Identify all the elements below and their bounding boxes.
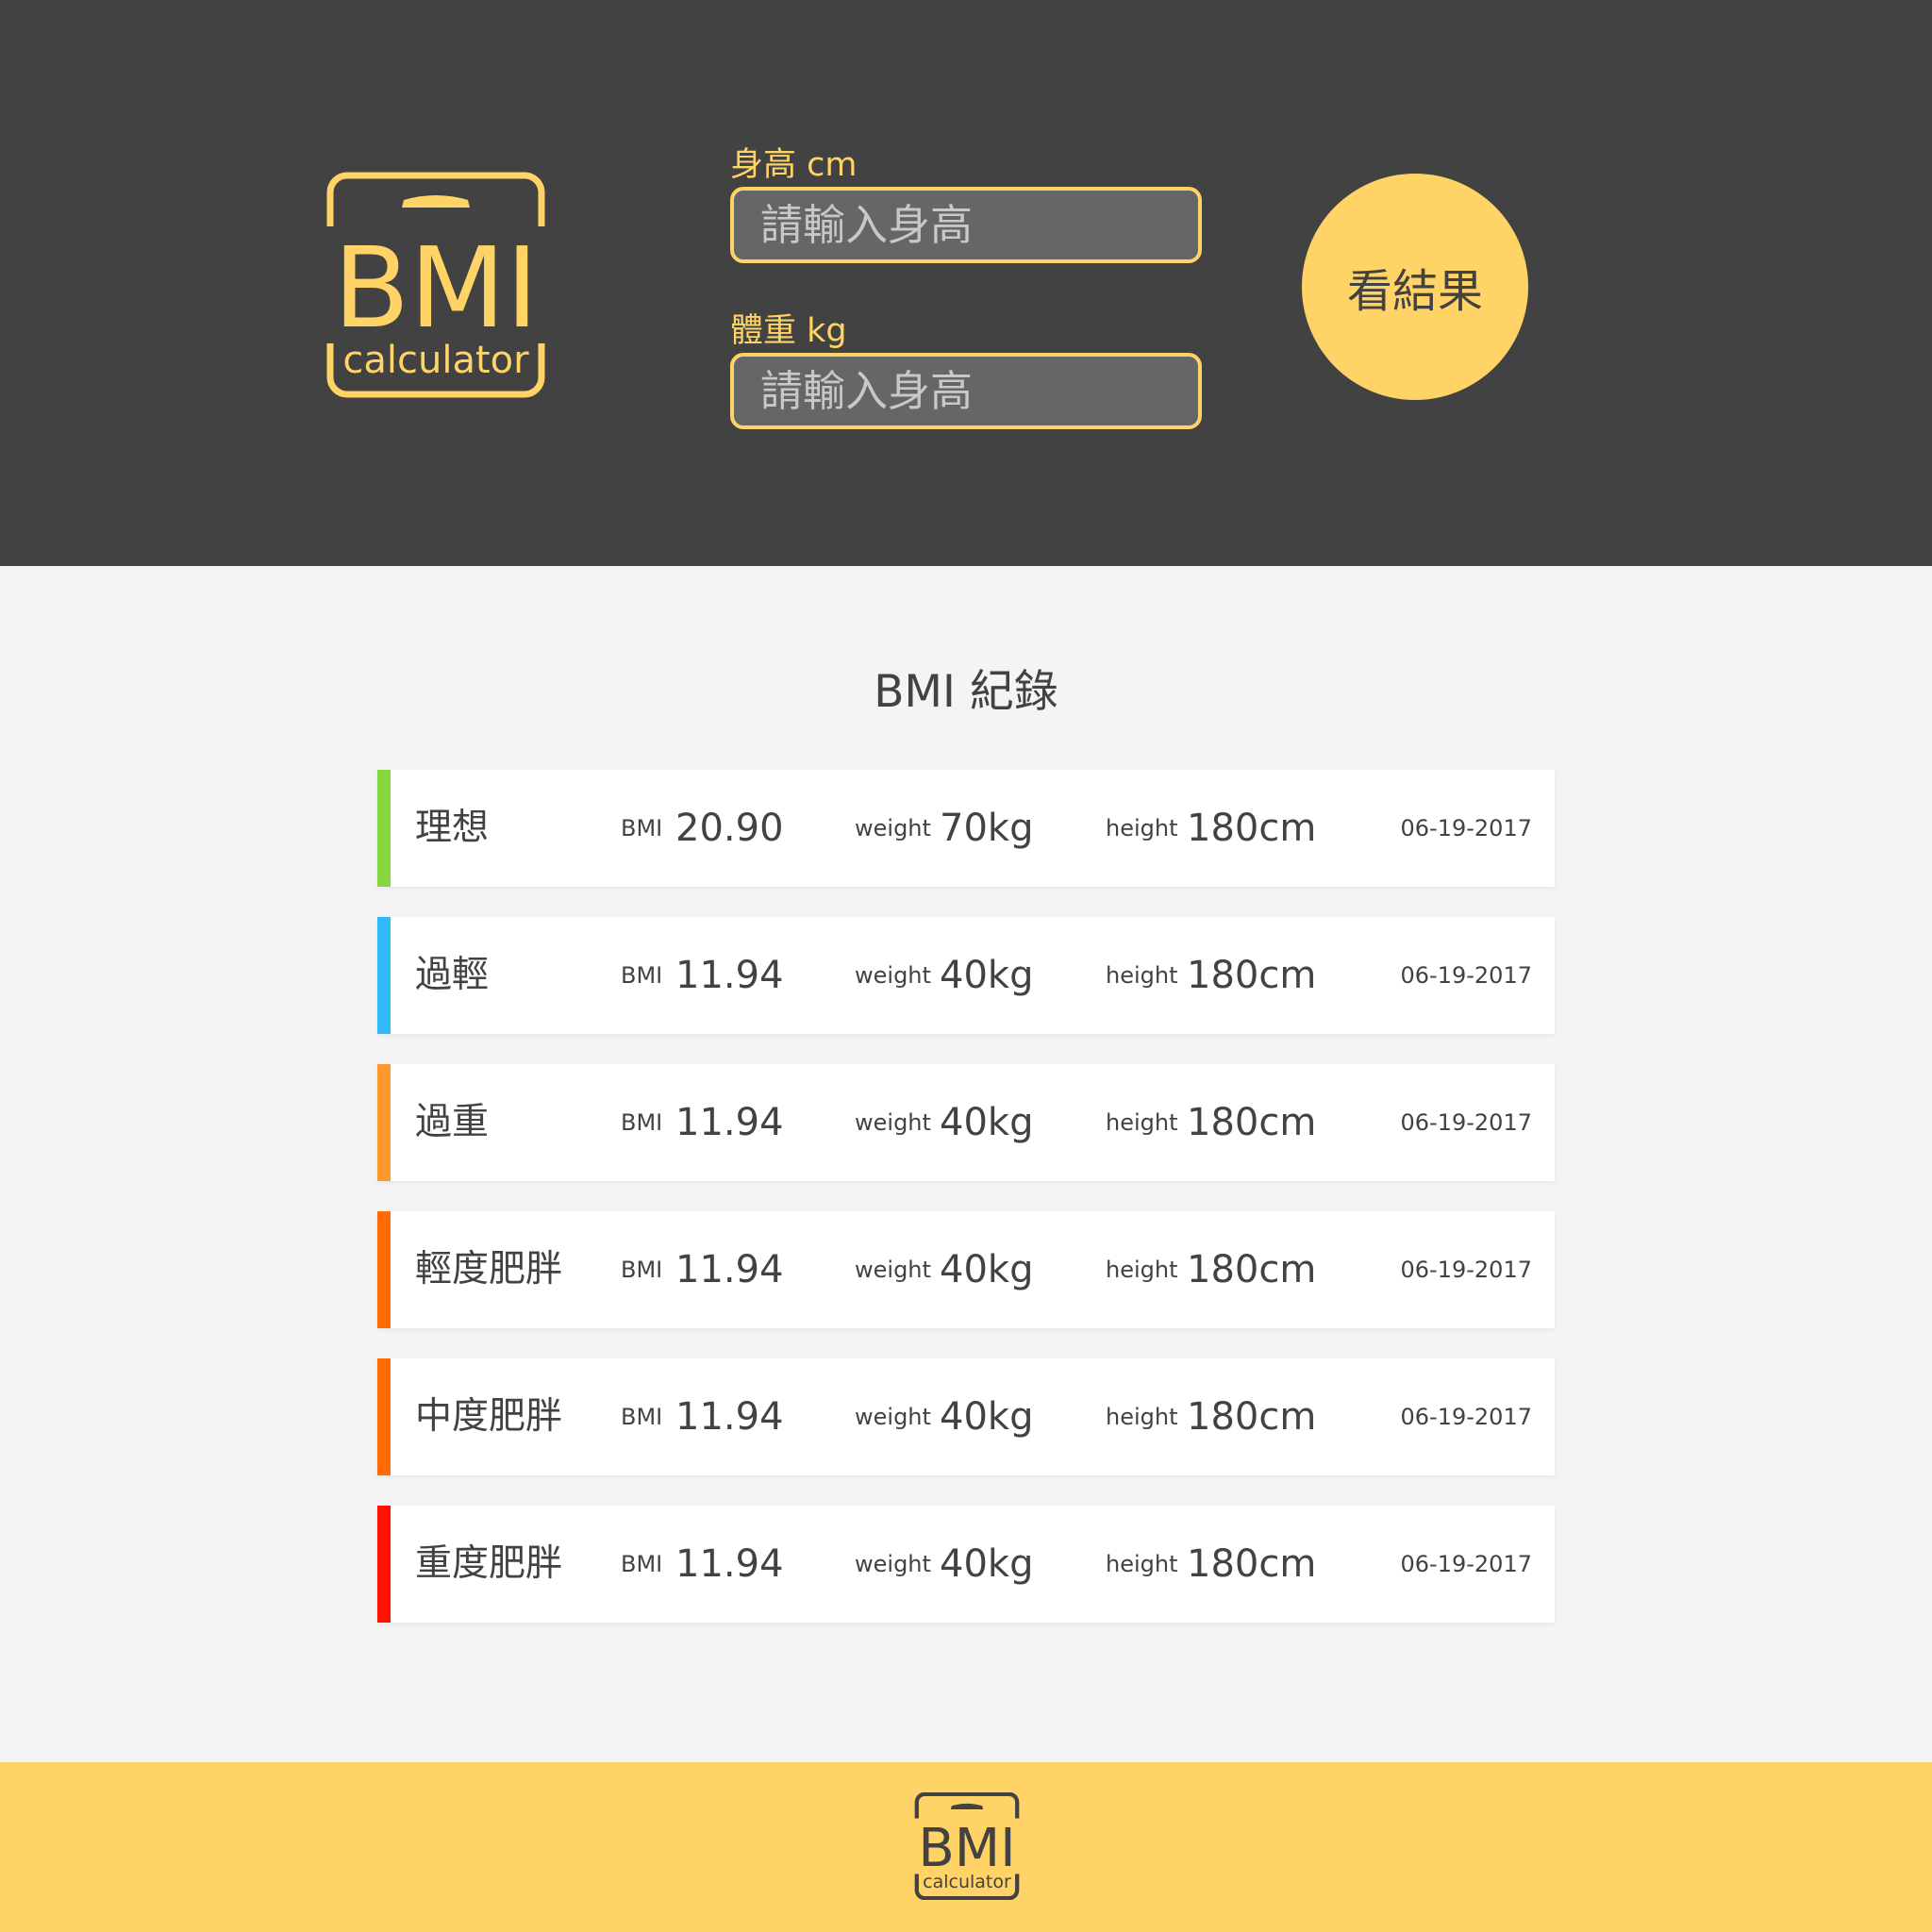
record-height-label: height bbox=[1106, 1109, 1178, 1136]
record-date: 06-19-2017 bbox=[1400, 1404, 1532, 1430]
svg-text:calculator: calculator bbox=[342, 339, 529, 382]
header: BMI calculator 身高 cm 體重 kg 看結果 bbox=[0, 0, 1932, 566]
weight-input[interactable] bbox=[730, 353, 1202, 429]
record-status: 過輕 bbox=[415, 954, 490, 996]
record-bmi-value: 11.94 bbox=[675, 1395, 784, 1439]
record-weight-value: 70kg bbox=[940, 807, 1034, 850]
status-color-bar bbox=[377, 1506, 391, 1623]
svg-text:BMI: BMI bbox=[333, 223, 539, 353]
record-date: 06-19-2017 bbox=[1400, 1257, 1532, 1283]
record-height-label: height bbox=[1106, 1257, 1178, 1283]
record-status: 過重 bbox=[415, 1101, 490, 1143]
record-status: 輕度肥胖 bbox=[415, 1248, 563, 1291]
record-row: 過輕 BMI 11.94 weight 40kg height 180cm 06… bbox=[377, 917, 1555, 1034]
records-title: BMI 紀錄 bbox=[874, 666, 1058, 718]
weight-label: 體重 kg bbox=[730, 312, 847, 350]
record-height-label: height bbox=[1106, 1551, 1178, 1577]
record-height-label: height bbox=[1106, 815, 1178, 841]
record-height-label: height bbox=[1106, 1404, 1178, 1430]
record-weight-value: 40kg bbox=[940, 1542, 1034, 1586]
record-date: 06-19-2017 bbox=[1400, 815, 1532, 841]
record-bmi-value: 20.90 bbox=[675, 807, 784, 850]
record-row: 中度肥胖 BMI 11.94 weight 40kg height 180cm … bbox=[377, 1358, 1555, 1475]
record-height-value: 180cm bbox=[1187, 1542, 1317, 1586]
record-weight-label: weight bbox=[855, 1404, 931, 1430]
svg-text:calculator: calculator bbox=[923, 1872, 1011, 1892]
record-bmi-label: BMI bbox=[621, 1404, 663, 1430]
record-height-value: 180cm bbox=[1187, 954, 1317, 997]
record-height-value: 180cm bbox=[1187, 807, 1317, 850]
status-color-bar bbox=[377, 917, 391, 1034]
height-input[interactable] bbox=[730, 187, 1202, 263]
status-color-bar bbox=[377, 770, 391, 887]
view-result-button[interactable]: 看結果 bbox=[1302, 174, 1528, 400]
bmi-logo-footer: BMI calculator bbox=[913, 1792, 1021, 1900]
record-row: 輕度肥胖 BMI 11.94 weight 40kg height 180cm … bbox=[377, 1211, 1555, 1328]
record-row: 理想 BMI 20.90 weight 70kg height 180cm 06… bbox=[377, 770, 1555, 887]
record-bmi-value: 11.94 bbox=[675, 1542, 784, 1586]
record-bmi-label: BMI bbox=[621, 1257, 663, 1283]
record-weight-label: weight bbox=[855, 962, 931, 989]
record-date: 06-19-2017 bbox=[1400, 962, 1532, 989]
svg-text:BMI: BMI bbox=[918, 1818, 1015, 1879]
record-weight-value: 40kg bbox=[940, 1248, 1034, 1291]
record-weight-label: weight bbox=[855, 815, 931, 841]
record-bmi-label: BMI bbox=[621, 815, 663, 841]
record-status: 理想 bbox=[415, 807, 490, 849]
record-weight-value: 40kg bbox=[940, 1395, 1034, 1439]
record-bmi-label: BMI bbox=[621, 1551, 663, 1577]
record-weight-label: weight bbox=[855, 1551, 931, 1577]
record-height-label: height bbox=[1106, 962, 1178, 989]
status-color-bar bbox=[377, 1358, 391, 1475]
record-weight-value: 40kg bbox=[940, 1101, 1034, 1144]
footer: BMI calculator bbox=[0, 1762, 1932, 1932]
record-bmi-value: 11.94 bbox=[675, 954, 784, 997]
record-row: 重度肥胖 BMI 11.94 weight 40kg height 180cm … bbox=[377, 1506, 1555, 1623]
record-date: 06-19-2017 bbox=[1400, 1551, 1532, 1577]
record-height-value: 180cm bbox=[1187, 1248, 1317, 1291]
record-status: 中度肥胖 bbox=[415, 1395, 563, 1438]
record-weight-value: 40kg bbox=[940, 954, 1034, 997]
record-weight-label: weight bbox=[855, 1257, 931, 1283]
record-status: 重度肥胖 bbox=[415, 1542, 563, 1585]
record-bmi-label: BMI bbox=[621, 962, 663, 989]
record-bmi-value: 11.94 bbox=[675, 1248, 784, 1291]
record-date: 06-19-2017 bbox=[1400, 1109, 1532, 1136]
record-row: 過重 BMI 11.94 weight 40kg height 180cm 06… bbox=[377, 1064, 1555, 1181]
height-label: 身高 cm bbox=[730, 146, 858, 184]
status-color-bar bbox=[377, 1064, 391, 1181]
record-bmi-value: 11.94 bbox=[675, 1101, 784, 1144]
bmi-logo: BMI calculator bbox=[323, 172, 549, 398]
record-height-value: 180cm bbox=[1187, 1395, 1317, 1439]
records-list: 理想 BMI 20.90 weight 70kg height 180cm 06… bbox=[377, 770, 1555, 1653]
record-height-value: 180cm bbox=[1187, 1101, 1317, 1144]
record-weight-label: weight bbox=[855, 1109, 931, 1136]
status-color-bar bbox=[377, 1211, 391, 1328]
record-bmi-label: BMI bbox=[621, 1109, 663, 1136]
